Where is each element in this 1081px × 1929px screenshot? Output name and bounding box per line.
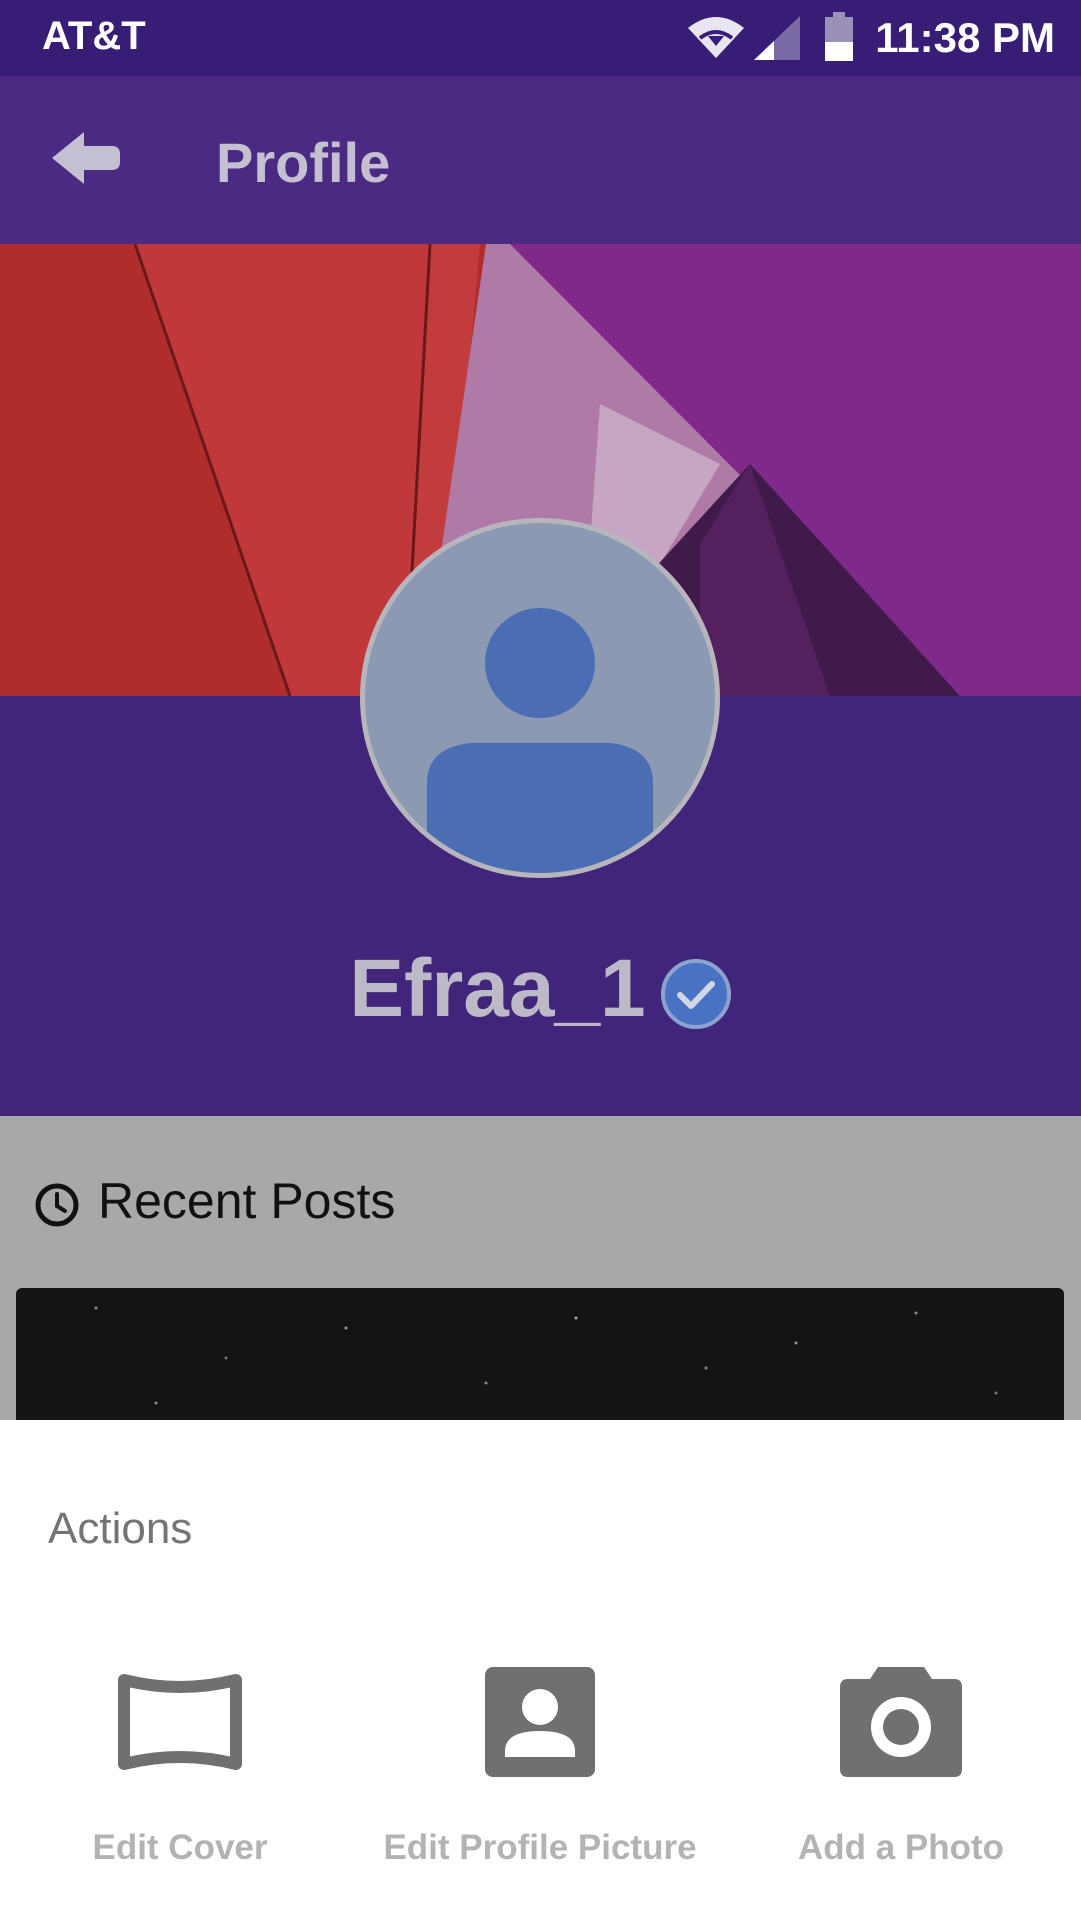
panorama-icon: [118, 1674, 242, 1770]
person-icon: [427, 608, 653, 873]
clock-time: 11:38 PM: [875, 14, 1055, 61]
account-box-icon: [485, 1667, 595, 1777]
carrier-label: AT&T: [42, 14, 146, 58]
verified-badge-icon: [660, 959, 731, 1030]
wifi-icon: [688, 17, 744, 58]
actions-bottom-sheet: Actions Edit Cover Edit Profile Picture: [0, 1420, 1081, 1929]
edit-profile-picture-label: Edit Profile Picture: [383, 1828, 697, 1867]
clock-icon: [35, 1183, 79, 1227]
app-bar: Profile: [0, 76, 1081, 244]
actions-heading: Actions: [48, 1504, 193, 1553]
edit-profile-picture-button[interactable]: Edit Profile Picture: [370, 1666, 710, 1868]
edit-cover-label: Edit Cover: [92, 1828, 268, 1867]
add-photo-button[interactable]: Add a Photo: [731, 1666, 1071, 1868]
signal-icon: [754, 16, 800, 60]
page-title: Profile: [216, 131, 391, 194]
battery-icon: [825, 12, 853, 61]
post-image[interactable]: [16, 1288, 1064, 1420]
camera-icon: [840, 1667, 962, 1777]
recent-posts-header: Recent Posts: [34, 1172, 395, 1230]
arrow-back-icon[interactable]: [48, 128, 128, 188]
username: Efraa_1: [0, 942, 1081, 1036]
avatar[interactable]: [360, 518, 720, 878]
add-photo-label: Add a Photo: [797, 1828, 1005, 1867]
username-text: Efraa_1: [349, 943, 646, 1034]
recent-posts-label: Recent Posts: [98, 1173, 396, 1229]
status-bar: AT&T 11:38 PM: [0, 0, 1081, 76]
edit-cover-button[interactable]: Edit Cover: [10, 1666, 350, 1868]
